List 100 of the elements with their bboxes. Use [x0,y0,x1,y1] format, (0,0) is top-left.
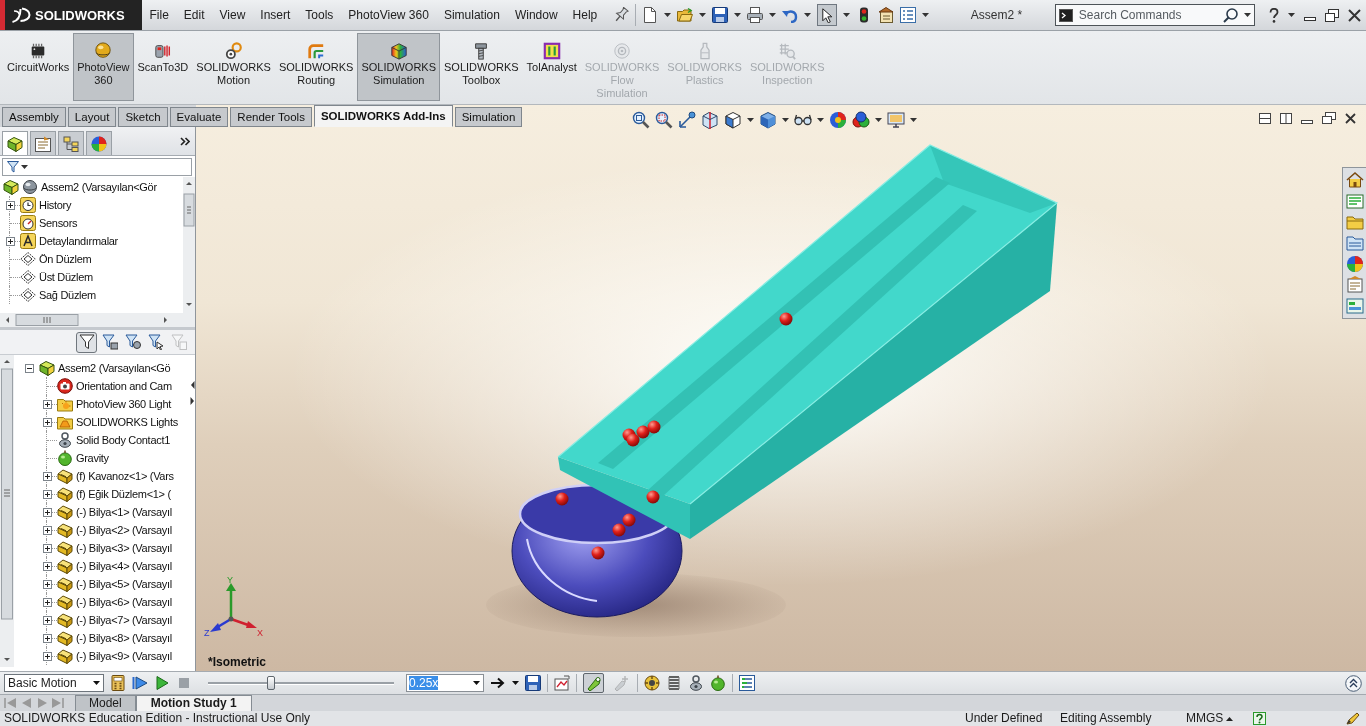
tree-item[interactable]: Solid Body Contact1 [76,434,170,446]
menu-item[interactable]: View [212,0,253,30]
study-type-dropdown[interactable]: Basic Motion [4,674,104,692]
arrow-right-icon[interactable] [490,675,506,691]
gear-icon[interactable] [644,675,660,691]
tree-toggle-icon[interactable] [42,507,52,517]
home-icon[interactable] [1345,171,1364,189]
tree-item[interactable]: History [39,199,72,211]
tree-item[interactable]: (-) Bilya<4> (Varsayıl [76,560,172,572]
command-button[interactable]: PhotoView 360 [73,33,134,101]
tree-toggle-icon[interactable] [42,651,52,661]
tree-toggle-icon[interactable] [42,471,52,481]
caret-icon[interactable] [768,13,776,17]
tree-item[interactable]: (-) Bilya<5> (Varsayıl [76,578,172,590]
tab[interactable]: SOLIDWORKS Add-Ins [313,105,453,127]
menu-item[interactable]: Insert [252,0,298,30]
play-icon[interactable] [154,675,170,691]
caret-icon[interactable] [803,13,811,17]
caret-icon[interactable] [921,13,929,17]
vertical-scrollbar[interactable] [0,355,14,667]
caret-icon[interactable] [698,13,706,17]
tree-item[interactable]: Assem2 (Varsayılan<Gör [41,181,157,193]
tree-toggle-icon[interactable] [5,200,15,210]
tree-item[interactable]: (-) Bilya<2> (Varsayıl [76,524,172,536]
tree-toggle-icon[interactable] [24,363,34,373]
caret-icon[interactable] [1243,13,1251,17]
color-wheel-icon[interactable] [1345,255,1364,273]
command-button[interactable]: CircuitWorks [3,33,74,101]
play-from-start-icon[interactable] [132,675,148,691]
timeline-slider[interactable] [208,676,394,690]
tree-item[interactable]: (f) Eğik Düzlem<1> ( [76,488,171,500]
menu-item[interactable]: Tools [297,0,341,30]
coil-icon[interactable] [666,675,682,691]
study-tab[interactable]: Motion Study 1 [135,695,252,711]
panel-tab[interactable] [2,131,28,155]
menu-item[interactable]: File [142,0,177,30]
save-icon[interactable] [711,7,728,23]
tree-toggle-icon[interactable] [42,597,52,607]
tree-toggle-icon[interactable] [5,236,15,246]
search-field[interactable]: Search Commands [1054,4,1255,26]
command-button[interactable]: SOLIDWORKS Routing [274,33,358,101]
section-view-icon[interactable] [701,111,719,129]
house-sheet-icon[interactable] [877,7,894,23]
caret-icon[interactable] [747,118,754,122]
study-tab[interactable]: Model [75,695,136,711]
tab[interactable]: Layout [67,107,117,127]
vertical-scrollbar[interactable] [183,177,195,313]
color-ball-icon[interactable] [829,111,847,129]
tab[interactable]: Simulation [454,107,523,127]
tree-toggle-icon[interactable] [42,561,52,571]
save-icon[interactable] [525,675,541,691]
monitor-icon[interactable] [887,111,905,129]
tree-item[interactable]: Orientation and Cam [76,380,172,392]
tree-item[interactable]: (-) Bilya<6> (Varsayıl [76,596,172,608]
tree-item[interactable]: (-) Bilya<9> (Varsayıl [76,650,172,662]
folder-open-icon[interactable] [676,7,693,23]
slider-thumb[interactable] [267,676,276,690]
autokey-button[interactable] [583,673,604,693]
horizontal-scrollbar[interactable] [0,313,195,327]
tree-toggle-icon[interactable] [42,489,52,499]
document-lines-icon[interactable] [1345,192,1364,210]
tile-vertical-icon[interactable] [1280,112,1292,124]
caret-up-icon[interactable] [1226,716,1233,721]
tree-item[interactable]: Sensors [39,217,78,229]
caret-icon[interactable] [817,118,824,122]
folder-icon[interactable] [1345,213,1364,231]
menu-item[interactable]: Help [565,0,605,30]
panel-tab[interactable] [30,131,56,155]
caret-icon[interactable] [842,13,850,17]
caret-icon[interactable] [733,13,741,17]
tree-item[interactable]: (f) Kavanoz<1> (Vars [76,470,174,482]
new-document-icon[interactable] [641,7,658,23]
tree-toggle-icon[interactable] [42,615,52,625]
caret-icon[interactable] [782,118,789,122]
caret-icon[interactable] [512,681,519,685]
form-icon[interactable] [1345,297,1364,315]
help-icon[interactable] [1253,712,1266,725]
filter-button[interactable] [76,331,97,353]
tree-toggle-icon[interactable] [42,417,52,427]
menu-item[interactable]: Window [507,0,566,30]
tab[interactable]: Evaluate [169,107,229,127]
menu-item[interactable]: Edit [176,0,213,30]
caret-icon[interactable] [93,681,100,685]
command-button[interactable]: SOLIDWORKS Toolbox [440,33,523,101]
panel-tab[interactable] [86,131,112,155]
list-icon[interactable] [899,7,916,23]
command-button[interactable]: SOLIDWORKS Simulation [357,33,441,101]
tile-horizontal-icon[interactable] [1259,112,1271,124]
view-cube-icon[interactable] [724,111,742,129]
tree-item[interactable]: Üst Düzlem [39,271,93,283]
tree-item[interactable]: Gravity [76,452,109,464]
tree-item[interactable]: (-) Bilya<1> (Varsayıl [76,506,172,518]
double-chevron-icon[interactable] [180,136,190,146]
restore-icon[interactable] [1324,8,1339,22]
previous-view-icon[interactable] [678,111,696,129]
tree-item[interactable]: Ön Düzlem [39,253,92,265]
select-tool-button[interactable] [816,4,837,26]
restore-icon[interactable] [1322,112,1336,124]
display-style-icon[interactable] [759,111,777,129]
tree-item[interactable]: (-) Bilya<8> (Varsayıl [76,632,172,644]
